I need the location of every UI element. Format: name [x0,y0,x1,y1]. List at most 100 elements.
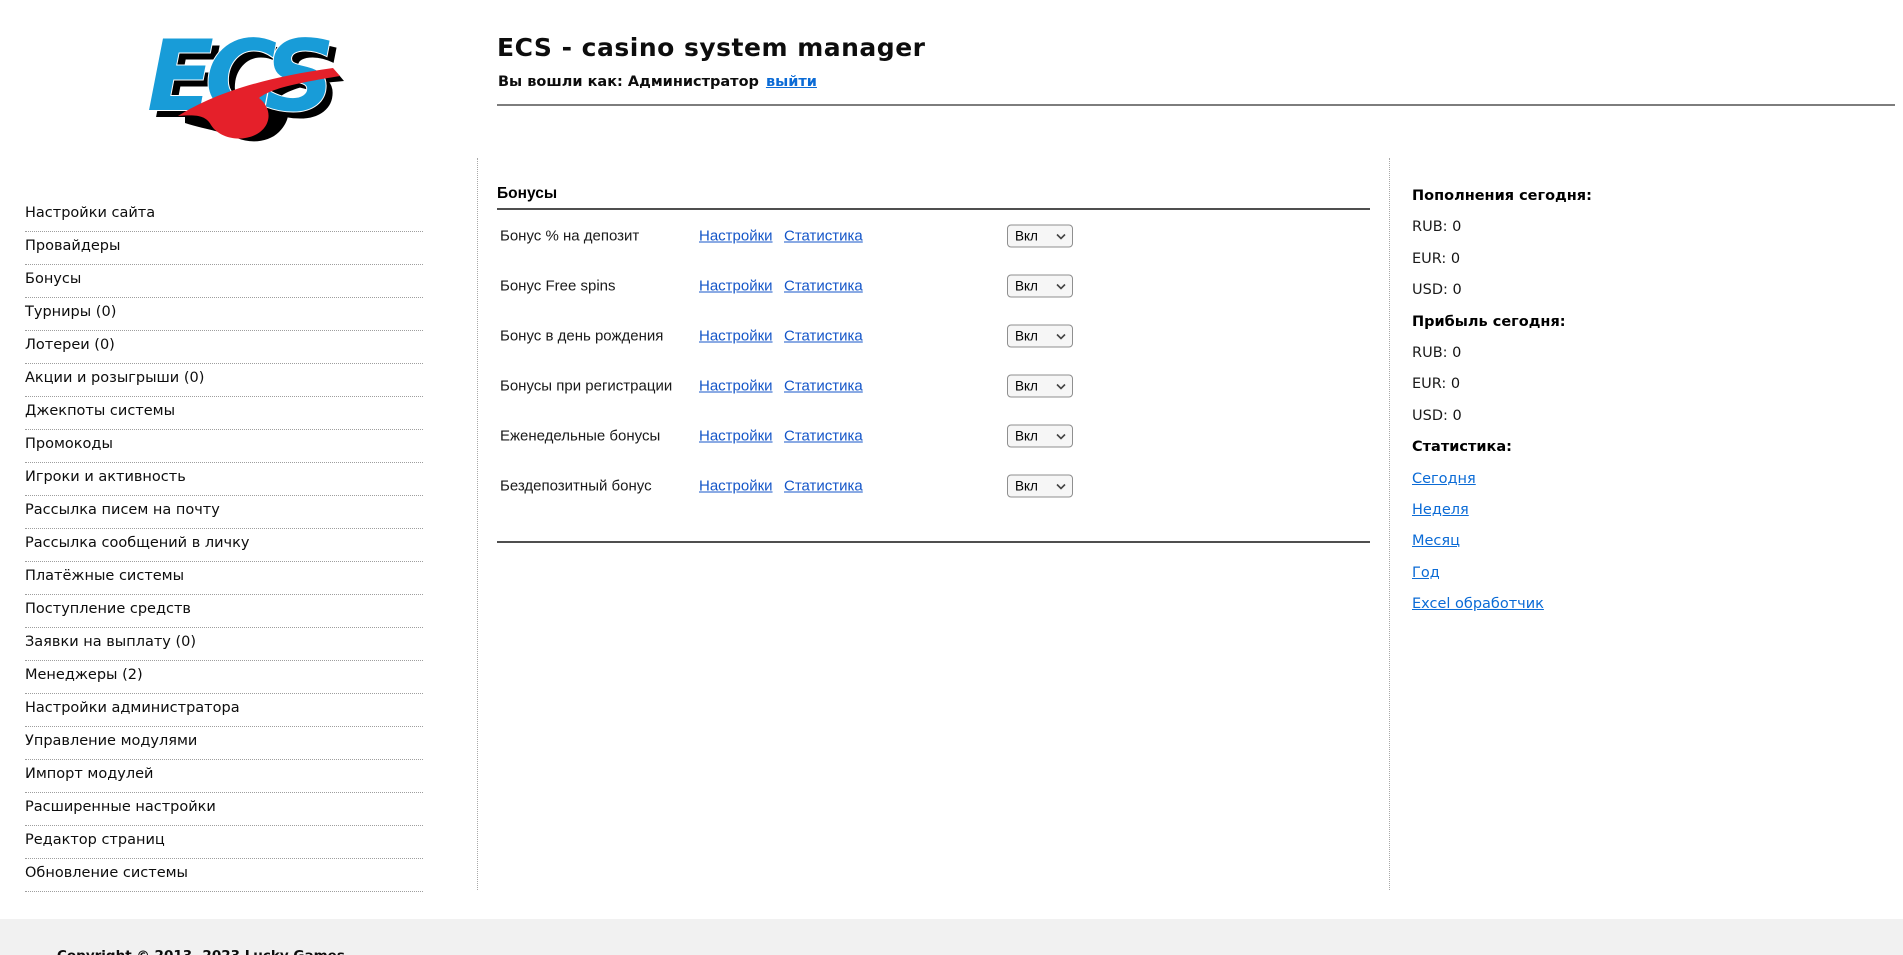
settings-link[interactable]: Настройки [699,228,773,245]
settings-link[interactable]: Настройки [699,478,773,495]
currency-label: RUB: [1412,219,1448,235]
sidebar-item-managers[interactable]: Менеджеры (2) [25,661,423,694]
sidebar-item-advanced-settings[interactable]: Расширенные настройки [25,793,423,826]
currency-value: 0 [1452,345,1461,361]
bonus-state-select[interactable]: Вкл [1007,325,1073,348]
sidebar-item-incoming-funds[interactable]: Поступление средств [25,595,423,628]
sidebar-item-site-settings[interactable]: Настройки сайта [25,199,423,232]
login-status: Вы вошли как: Администратор выйти [498,74,817,90]
footer: Copyright © 2013- 2023 Lucky Games [0,919,1903,955]
bonus-state-select-wrap: Вкл [1007,325,1073,348]
deposit-eur-row: EUR: 0 [1412,251,1732,282]
bonus-state-select-wrap: Вкл [1007,225,1073,248]
logout-link[interactable]: выйти [766,74,817,90]
currency-value: 0 [1452,408,1461,424]
profit-rub-row: RUB: 0 [1412,345,1732,376]
currency-value: 0 [1452,282,1461,298]
settings-link[interactable]: Настройки [699,428,773,445]
statistics-heading: Статистика: [1412,439,1732,470]
stats-link-year[interactable]: Год [1412,565,1440,581]
ecs-logo-image: ECS ECS [133,14,345,148]
profit-today-heading: Прибыль сегодня: [1412,314,1732,345]
bonus-row-weekly: Еженедельные бонусы Настройки Статистика… [497,411,1370,461]
bonus-state-select-wrap: Вкл [1007,375,1073,398]
bonus-row-registration: Бонусы при регистрации Настройки Статист… [497,361,1370,411]
bonus-rows: Бонус % на депозит Настройки Статистика … [497,211,1370,511]
sidebar-item-bonuses[interactable]: Бонусы [25,265,423,298]
currency-value: 0 [1452,219,1461,235]
sidebar-item-promotions[interactable]: Акции и розыгрыши (0) [25,364,423,397]
stats-link-excel[interactable]: Excel обработчик [1412,596,1544,612]
stats-link-today[interactable]: Сегодня [1412,471,1476,487]
stats-link-today-row: Сегодня [1412,471,1732,502]
statistics-link[interactable]: Статистика [784,378,863,395]
bonus-state-select[interactable]: Вкл [1007,375,1073,398]
settings-link[interactable]: Настройки [699,328,773,345]
bonuses-panel: Бонусы Бонус % на депозит Настройки Стат… [497,183,1370,543]
bonus-state-select[interactable]: Вкл [1007,475,1073,498]
admin-page: ECS ECS ECS - casino system manager Вы в… [0,0,1903,955]
sidebar-item-page-editor[interactable]: Редактор страниц [25,826,423,859]
sidebar-item-promocodes[interactable]: Промокоды [25,430,423,463]
page-title: ECS - casino system manager [497,33,925,62]
bonus-row-birthday: Бонус в день рождения Настройки Статисти… [497,311,1370,361]
settings-link[interactable]: Настройки [699,278,773,295]
sidebar-item-jackpots[interactable]: Джекпоты системы [25,397,423,430]
currency-label: USD: [1412,282,1448,298]
bonus-label: Бездепозитный бонус [500,478,652,495]
sidebar-item-players-activity[interactable]: Игроки и активность [25,463,423,496]
sidebar-item-tournaments[interactable]: Турниры (0) [25,298,423,331]
currency-value: 0 [1451,251,1460,267]
sidebar-item-admin-settings[interactable]: Настройки администратора [25,694,423,727]
ecs-logo[interactable]: ECS ECS [133,14,345,148]
main-rightpanel-divider [1389,158,1390,890]
statistics-link[interactable]: Статистика [784,278,863,295]
deposit-usd-row: USD: 0 [1412,282,1732,313]
currency-label: RUB: [1412,345,1448,361]
bonuses-bottom-rule [497,541,1370,543]
bonus-row-deposit-percent: Бонус % на депозит Настройки Статистика … [497,211,1370,261]
sidebar-item-module-import[interactable]: Импорт модулей [25,760,423,793]
stats-link-month-row: Месяц [1412,533,1732,564]
sidebar-main-divider [477,158,478,890]
sidebar-item-payout-requests[interactable]: Заявки на выплату (0) [25,628,423,661]
header-divider [497,104,1895,106]
statistics-link[interactable]: Статистика [784,428,863,445]
sidebar-item-payment-systems[interactable]: Платёжные системы [25,562,423,595]
stats-link-year-row: Год [1412,565,1732,596]
statistics-link[interactable]: Статистика [784,478,863,495]
sidebar-item-pm-mailing[interactable]: Рассылка сообщений в личку [25,529,423,562]
sidebar-item-system-update[interactable]: Обновление системы [25,859,423,892]
currency-label: EUR: [1412,251,1446,267]
copyright-text: Copyright © 2013- 2023 Lucky Games [57,948,345,955]
deposits-today-heading: Пополнения сегодня: [1412,188,1732,219]
bonuses-top-rule [497,208,1370,210]
bonus-label: Бонус в день рождения [500,328,663,345]
login-status-text: Вы вошли как: Администратор [498,74,759,90]
sidebar-item-lotteries[interactable]: Лотереи (0) [25,331,423,364]
bonus-state-select[interactable]: Вкл [1007,275,1073,298]
currency-label: USD: [1412,408,1448,424]
sidebar-item-module-management[interactable]: Управление модулями [25,727,423,760]
statistics-link[interactable]: Статистика [784,228,863,245]
bonuses-heading: Бонусы [497,185,1370,203]
bonus-row-no-deposit: Бездепозитный бонус Настройки Статистика… [497,461,1370,511]
bonus-state-select-wrap: Вкл [1007,475,1073,498]
statistics-link[interactable]: Статистика [784,328,863,345]
sidebar-item-email-mailing[interactable]: Рассылка писем на почту [25,496,423,529]
bonus-label: Бонус Free spins [500,278,616,295]
bonus-label: Бонус % на депозит [500,228,639,245]
profit-eur-row: EUR: 0 [1412,376,1732,407]
profit-usd-row: USD: 0 [1412,408,1732,439]
sidebar: Настройки сайта Провайдеры Бонусы Турнир… [25,199,423,892]
deposit-rub-row: RUB: 0 [1412,219,1732,250]
bonus-state-select[interactable]: Вкл [1007,225,1073,248]
bonus-state-select-wrap: Вкл [1007,275,1073,298]
stats-link-month[interactable]: Месяц [1412,533,1460,549]
bonus-state-select[interactable]: Вкл [1007,425,1073,448]
sidebar-item-providers[interactable]: Провайдеры [25,232,423,265]
stats-link-week[interactable]: Неделя [1412,502,1469,518]
currency-label: EUR: [1412,376,1446,392]
bonus-label: Еженедельные бонусы [500,428,660,445]
settings-link[interactable]: Настройки [699,378,773,395]
